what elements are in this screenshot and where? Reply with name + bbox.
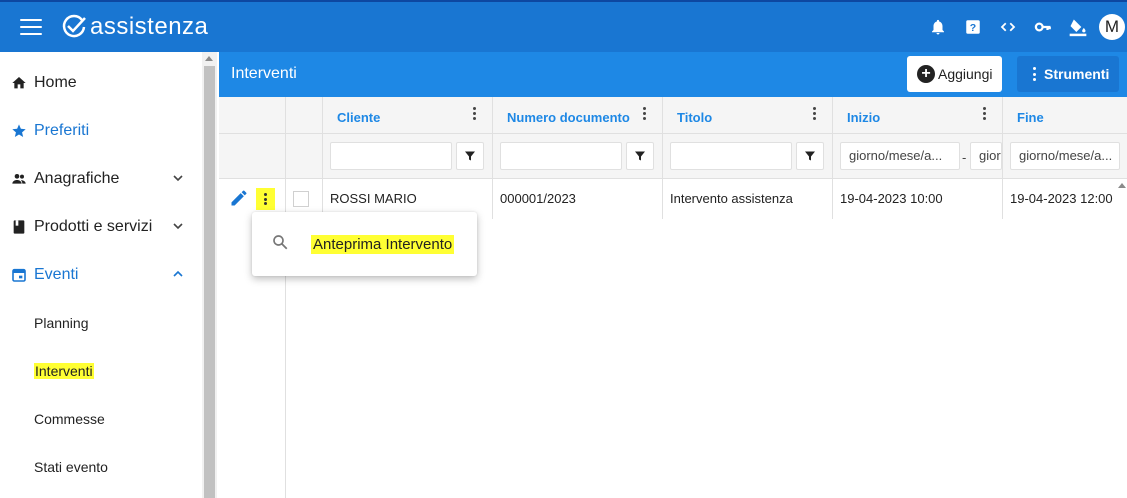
menu-item-anteprima-intervento[interactable]: Anteprima Intervento xyxy=(311,234,455,254)
sidebar-item-anagrafiche[interactable]: Anagrafiche xyxy=(0,159,202,199)
column-menu-icon[interactable] xyxy=(472,107,476,120)
svg-text:?: ? xyxy=(969,22,975,34)
filter-input-titolo[interactable] xyxy=(670,142,792,170)
calendar-icon xyxy=(11,267,27,283)
cell-cliente: ROSSI MARIO xyxy=(330,191,417,206)
add-button-label: Aggiungi xyxy=(938,66,993,82)
book-icon xyxy=(11,219,27,235)
people-icon xyxy=(11,171,27,187)
chevron-down-icon xyxy=(173,175,183,182)
grid-filter-row: giorno/mese/a... - gior giorno/mese/a... xyxy=(219,134,1127,179)
scroll-up-arrow-icon[interactable] xyxy=(1118,183,1126,188)
sidebar-scrollbar-thumb[interactable] xyxy=(204,66,215,498)
bell-icon[interactable] xyxy=(920,10,955,45)
scroll-up-arrow-icon[interactable] xyxy=(205,56,213,61)
logo-check-icon xyxy=(62,14,86,38)
sidebar-item-label: Eventi xyxy=(34,266,79,283)
tools-button[interactable]: Strumenti xyxy=(1017,56,1119,92)
star-icon xyxy=(11,123,27,139)
chevron-down-icon xyxy=(173,223,183,230)
add-button[interactable]: + Aggiungi xyxy=(907,56,1002,92)
filter-input-numero-documento[interactable] xyxy=(500,142,622,170)
grid-header: Cliente Numero documento Titolo Inizio F… xyxy=(219,97,1127,134)
app-logo[interactable]: assistenza xyxy=(61,13,208,41)
chevron-up-icon xyxy=(173,270,183,277)
column-menu-icon[interactable] xyxy=(642,107,646,120)
main-content: Interventi + Aggiungi Strumenti Cliente … xyxy=(219,52,1127,498)
column-menu-icon[interactable] xyxy=(982,107,986,120)
home-icon xyxy=(11,75,27,91)
tools-button-label: Strumenti xyxy=(1044,66,1110,82)
sidebar-subitem-stati-evento[interactable]: Stati evento xyxy=(34,459,108,475)
filter-input-cliente[interactable] xyxy=(330,142,452,170)
sidebar-item-home[interactable]: Home xyxy=(0,63,202,103)
cell-fine: 19-04-2023 12:00 xyxy=(1010,191,1113,206)
menu-icon[interactable] xyxy=(20,19,42,35)
sidebar-item-label: Home xyxy=(34,74,77,91)
row-actions-menu-icon[interactable] xyxy=(256,188,275,210)
cell-titolo: Intervento assistenza xyxy=(670,191,793,206)
more-vert-icon xyxy=(1033,67,1036,81)
app-name: assistenza xyxy=(90,13,209,40)
code-icon[interactable] xyxy=(990,10,1025,45)
page-title: Interventi xyxy=(231,65,297,82)
row-checkbox[interactable] xyxy=(293,191,309,207)
edit-pencil-icon[interactable] xyxy=(229,188,249,213)
column-divider xyxy=(285,97,286,498)
sidebar: Home Preferiti Anagrafiche Prodotti e se… xyxy=(0,52,202,498)
cell-numero-documento: 000001/2023 xyxy=(500,191,576,206)
sidebar-subitem-commesse[interactable]: Commesse xyxy=(34,411,105,427)
sidebar-item-prodotti-e-servizi[interactable]: Prodotti e servizi xyxy=(0,207,202,247)
top-app-bar: assistenza ? M xyxy=(0,0,1127,52)
grid-scrollbar[interactable] xyxy=(1116,179,1127,498)
column-header-inizio[interactable]: Inizio xyxy=(847,110,880,125)
filter-icon[interactable] xyxy=(796,142,824,170)
filter-date-from-fine[interactable]: giorno/mese/a... xyxy=(1010,142,1120,170)
paint-bucket-icon[interactable] xyxy=(1060,10,1095,45)
column-header-cliente[interactable]: Cliente xyxy=(337,110,380,125)
filter-date-to-inizio[interactable]: gior xyxy=(970,142,1002,170)
search-icon xyxy=(271,233,289,256)
sidebar-item-label: Prodotti e servizi xyxy=(34,218,153,235)
column-header-fine[interactable]: Fine xyxy=(1017,110,1044,125)
column-header-titolo[interactable]: Titolo xyxy=(677,110,712,125)
sidebar-item-label: Anagrafiche xyxy=(34,170,120,187)
cell-inizio: 19-04-2023 10:00 xyxy=(840,191,943,206)
column-header-numero-documento[interactable]: Numero documento xyxy=(507,110,630,125)
filter-date-from-inizio[interactable]: giorno/mese/a... xyxy=(840,142,960,170)
filter-icon[interactable] xyxy=(456,142,484,170)
page-header: Interventi + Aggiungi Strumenti xyxy=(219,52,1127,97)
add-circle-icon: + xyxy=(917,65,935,83)
column-menu-icon[interactable] xyxy=(812,107,816,120)
sidebar-subitem-label: Interventi xyxy=(34,363,94,379)
sidebar-item-preferiti[interactable]: Preferiti xyxy=(0,111,202,151)
sidebar-subitem-planning[interactable]: Planning xyxy=(34,315,89,331)
sidebar-item-eventi[interactable]: Eventi xyxy=(0,255,202,295)
help-icon[interactable]: ? xyxy=(955,10,990,45)
sidebar-subitem-interventi[interactable]: Interventi xyxy=(34,363,94,379)
date-range-separator: - xyxy=(962,150,967,165)
sidebar-item-label: Preferiti xyxy=(34,122,90,139)
filter-icon[interactable] xyxy=(626,142,654,170)
row-context-menu: Anteprima Intervento xyxy=(252,212,477,276)
key-icon[interactable] xyxy=(1025,10,1060,45)
avatar[interactable]: M xyxy=(1099,14,1125,40)
